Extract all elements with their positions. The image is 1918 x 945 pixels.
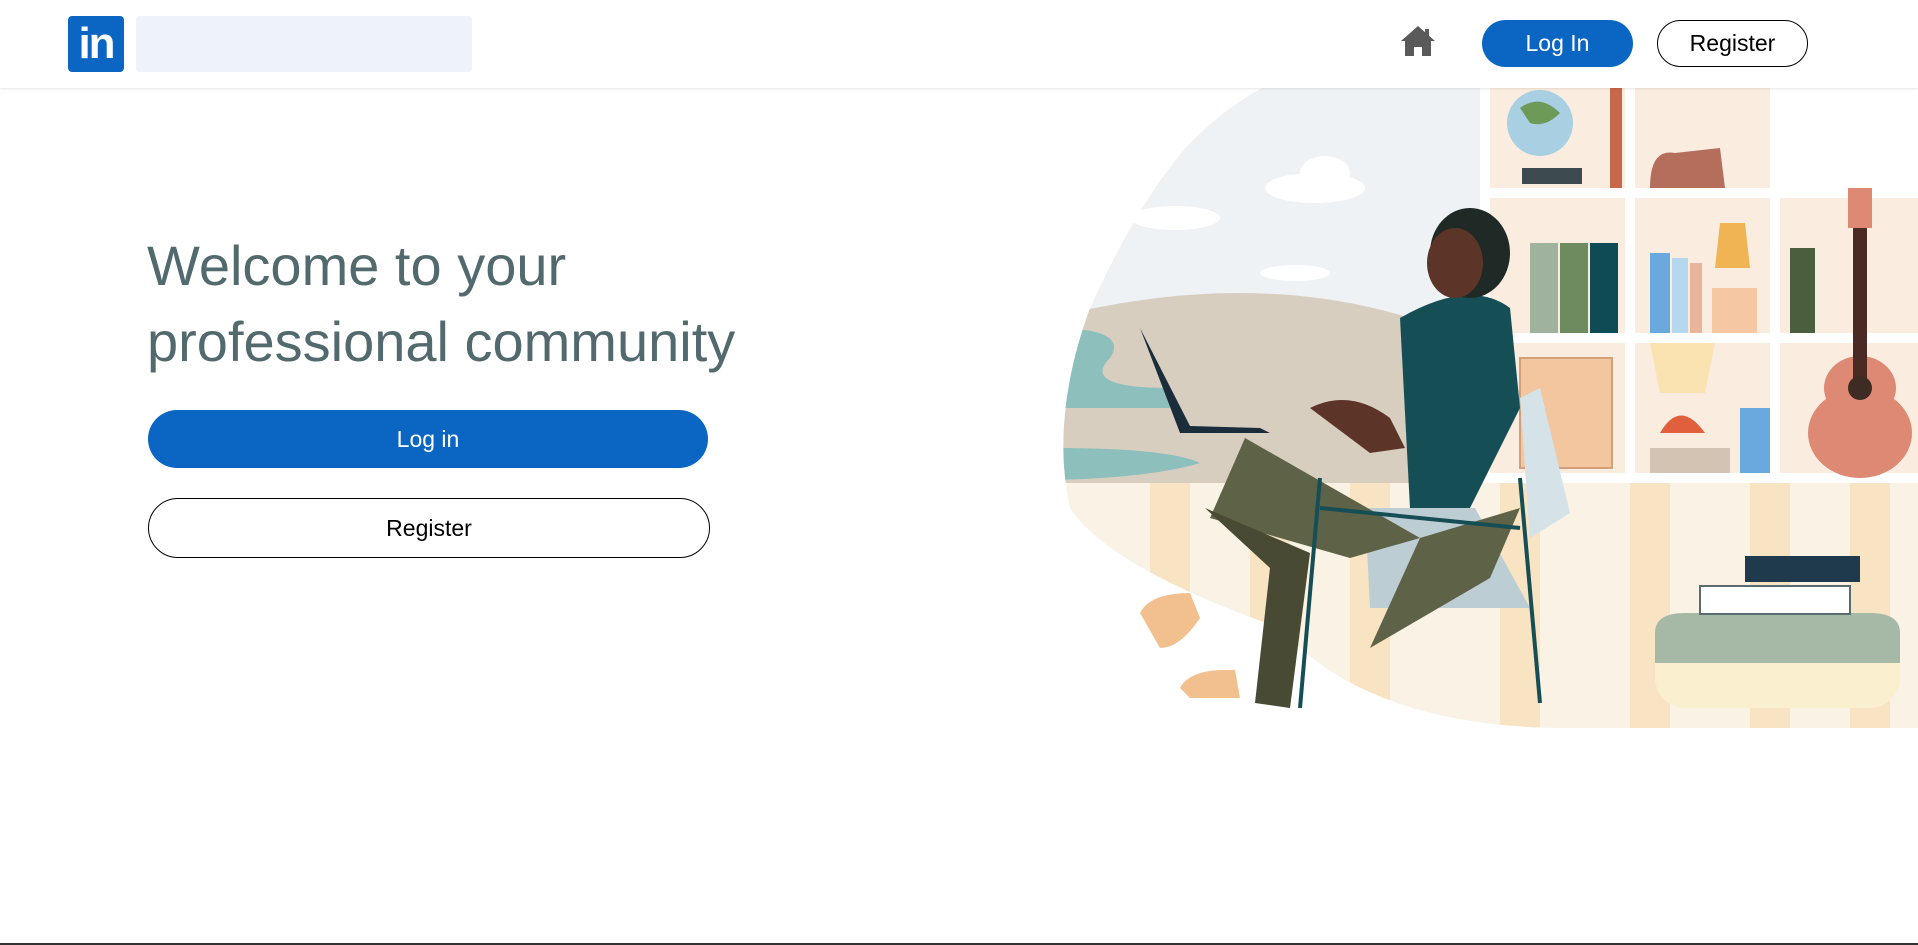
register-button[interactable]: Register bbox=[148, 498, 710, 558]
header-register-button[interactable]: Register bbox=[1657, 20, 1808, 67]
headline-line-2: professional community bbox=[147, 310, 736, 373]
search-input[interactable] bbox=[136, 16, 472, 72]
home-icon[interactable] bbox=[1398, 24, 1438, 58]
headline-line-1: Welcome to your bbox=[147, 234, 567, 297]
linkedin-logo[interactable]: in bbox=[68, 16, 124, 72]
top-navigation-bar: in Log In Register bbox=[0, 0, 1918, 88]
login-button[interactable]: Log in bbox=[148, 410, 708, 468]
header-login-button[interactable]: Log In bbox=[1482, 20, 1633, 67]
hero-illustration bbox=[1063, 88, 1918, 728]
page-headline: Welcome to your professional community bbox=[147, 228, 847, 380]
